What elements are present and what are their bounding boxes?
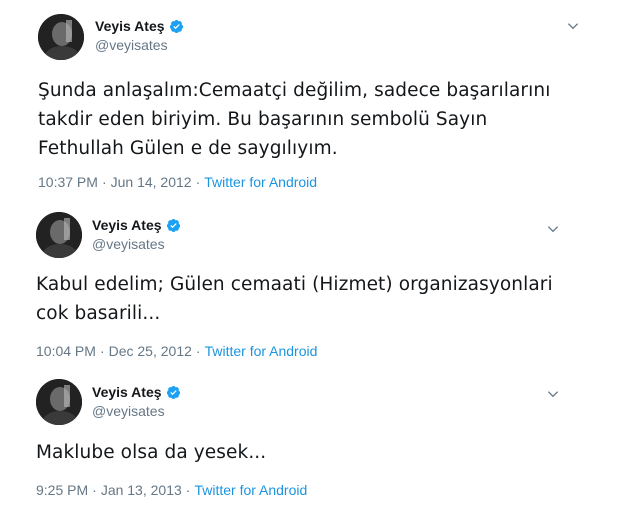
- tweet-source-link[interactable]: Twitter for Android: [194, 481, 307, 499]
- tweet-meta: 10:37 PM · Jun 14, 2012 · Twitter for An…: [38, 173, 317, 191]
- tweet-text: Kabul edelim; Gülen cemaati (Hizmet) org…: [36, 274, 553, 324]
- avatar-photo: [36, 212, 82, 258]
- tweet-time[interactable]: 10:04 PM: [36, 342, 96, 360]
- tweet-date[interactable]: Jan 13, 2013: [101, 481, 182, 499]
- display-name[interactable]: Veyis Ateş: [92, 216, 162, 234]
- avatar[interactable]: [38, 14, 84, 60]
- avatar[interactable]: [36, 212, 82, 258]
- meta-separator: ·: [92, 482, 97, 498]
- avatar[interactable]: [36, 379, 82, 425]
- meta-separator: ·: [195, 174, 201, 190]
- tweet-meta: 9:25 PM · Jan 13, 2013 · Twitter for And…: [36, 481, 307, 499]
- verified-badge-icon: [166, 385, 180, 399]
- avatar-photo: [38, 14, 84, 60]
- tweet-date[interactable]: Dec 25, 2012: [109, 342, 192, 360]
- chevron-down-icon[interactable]: [546, 222, 560, 236]
- handle[interactable]: @veyisates: [92, 235, 165, 253]
- tweet[interactable]: Veyis Ateş @veyisates Kabul edelim; Güle…: [0, 200, 640, 368]
- verified-badge-icon: [166, 218, 180, 232]
- chevron-down-icon[interactable]: [566, 19, 580, 33]
- tweet-time[interactable]: 9:25 PM: [36, 481, 88, 499]
- tweet-text: Şunda anlaşalım:Cemaatçi değilim, sadece…: [38, 80, 551, 159]
- display-name[interactable]: Veyis Ateş: [95, 17, 165, 35]
- meta-separator: ·: [185, 482, 191, 498]
- avatar-photo: [36, 379, 82, 425]
- meta-separator: ·: [101, 174, 107, 190]
- tweet-time[interactable]: 10:37 PM: [38, 173, 98, 191]
- tweet-text: Maklube olsa da yesek...: [36, 442, 267, 463]
- tweet-meta: 10:04 PM · Dec 25, 2012 · Twitter for An…: [36, 342, 317, 360]
- chevron-down-icon[interactable]: [546, 387, 560, 401]
- tweet[interactable]: Veyis Ateş @veyisates Maklube olsa da ye…: [0, 368, 640, 511]
- handle[interactable]: @veyisates: [95, 36, 168, 54]
- tweet[interactable]: Veyis Ateş @veyisates Şunda anlaşalım:Ce…: [0, 0, 640, 200]
- handle[interactable]: @veyisates: [92, 402, 165, 420]
- meta-separator: ·: [99, 343, 105, 359]
- display-name[interactable]: Veyis Ateş: [92, 383, 162, 401]
- tweet-date[interactable]: Jun 14, 2012: [111, 173, 192, 191]
- verified-badge-icon: [169, 19, 183, 33]
- tweet-source-link[interactable]: Twitter for Android: [205, 342, 318, 360]
- tweet-source-link[interactable]: Twitter for Android: [204, 173, 317, 191]
- meta-separator: ·: [195, 343, 201, 359]
